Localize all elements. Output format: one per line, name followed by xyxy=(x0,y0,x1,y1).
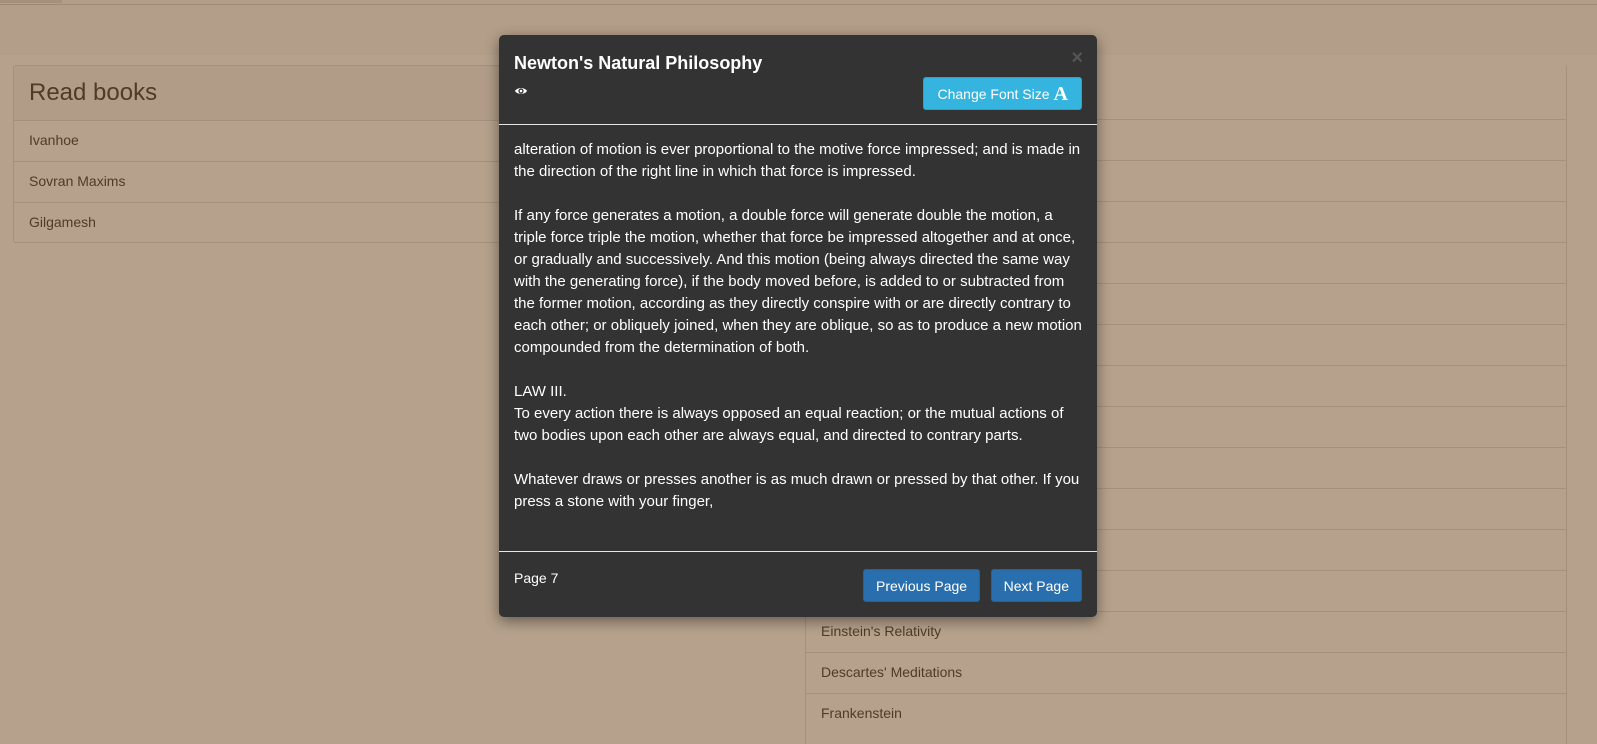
next-page-button[interactable]: Next Page xyxy=(990,569,1082,602)
previous-page-button[interactable]: Previous Page xyxy=(863,569,981,602)
modal-header: Newton's Natural Philosophy × Change Fon… xyxy=(499,35,1097,125)
change-font-size-button[interactable]: Change Font Size A xyxy=(923,77,1082,110)
page-text: alteration of motion is ever proportiona… xyxy=(514,141,1082,510)
change-font-size-label: Change Font Size xyxy=(937,85,1050,102)
eye-icon[interactable] xyxy=(514,84,528,98)
book-reader-modal: Newton's Natural Philosophy × Change Fon… xyxy=(499,35,1097,617)
font-size-icon: A xyxy=(1053,82,1068,105)
modal-title: Newton's Natural Philosophy xyxy=(514,53,763,73)
close-icon[interactable]: × xyxy=(1071,48,1083,68)
page-number: Page 7 xyxy=(514,570,559,586)
modal-footer: Page 7 Previous Page Next Page xyxy=(499,552,1097,616)
reader-body: alteration of motion is ever proportiona… xyxy=(499,125,1097,552)
